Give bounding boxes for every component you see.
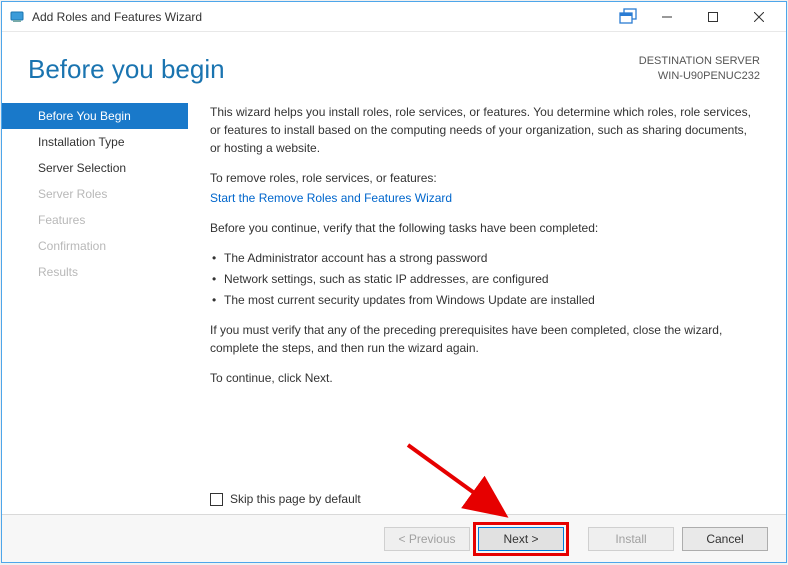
wizard-window: Add Roles and Features Wizard [1, 1, 787, 563]
next-button[interactable]: Next > [478, 527, 564, 551]
skip-checkbox[interactable] [210, 493, 223, 506]
continue-text: To continue, click Next. [210, 369, 760, 387]
window-title: Add Roles and Features Wizard [32, 10, 618, 24]
page-title: Before you begin [28, 54, 225, 85]
step-before-you-begin[interactable]: Before You Begin [2, 103, 188, 129]
wizard-footer: < Previous Next > Install Cancel [2, 514, 786, 562]
prerequisite-list: The Administrator account has a strong p… [210, 249, 760, 309]
cascade-windows-icon [618, 8, 640, 26]
skip-page-option[interactable]: Skip this page by default [210, 492, 361, 506]
step-confirmation: Confirmation [2, 233, 188, 259]
remove-roles-link[interactable]: Start the Remove Roles and Features Wiza… [210, 191, 452, 205]
prerequisite-item: Network settings, such as static IP addr… [210, 270, 760, 288]
maximize-button[interactable] [690, 3, 736, 31]
destination-label: DESTINATION SERVER [639, 54, 760, 69]
close-button[interactable] [736, 3, 782, 31]
step-features: Features [2, 207, 188, 233]
window-controls [644, 3, 782, 31]
wizard-header: Before you begin DESTINATION SERVER WIN-… [2, 32, 786, 97]
prerequisite-item: The most current security updates from W… [210, 291, 760, 309]
wizard-steps-sidebar: Before You Begin Installation Type Serve… [2, 97, 188, 514]
step-installation-type[interactable]: Installation Type [2, 129, 188, 155]
remove-intro-text: To remove roles, role services, or featu… [210, 169, 760, 187]
install-button: Install [588, 527, 674, 551]
step-results: Results [2, 259, 188, 285]
cancel-button[interactable]: Cancel [682, 527, 768, 551]
server-manager-icon [10, 9, 26, 25]
previous-button: < Previous [384, 527, 470, 551]
wizard-body: Before You Begin Installation Type Serve… [2, 97, 786, 514]
verify-intro-text: Before you continue, verify that the fol… [210, 219, 760, 237]
titlebar: Add Roles and Features Wizard [2, 2, 786, 32]
step-server-selection[interactable]: Server Selection [2, 155, 188, 181]
prerequisite-item: The Administrator account has a strong p… [210, 249, 760, 267]
must-verify-text: If you must verify that any of the prece… [210, 321, 760, 357]
destination-server-name: WIN-U90PENUC232 [639, 69, 760, 84]
destination-server-info: DESTINATION SERVER WIN-U90PENUC232 [639, 54, 760, 85]
minimize-button[interactable] [644, 3, 690, 31]
wizard-content: This wizard helps you install roles, rol… [188, 97, 786, 514]
step-server-roles: Server Roles [2, 181, 188, 207]
skip-label: Skip this page by default [230, 492, 361, 506]
intro-text: This wizard helps you install roles, rol… [210, 103, 760, 157]
